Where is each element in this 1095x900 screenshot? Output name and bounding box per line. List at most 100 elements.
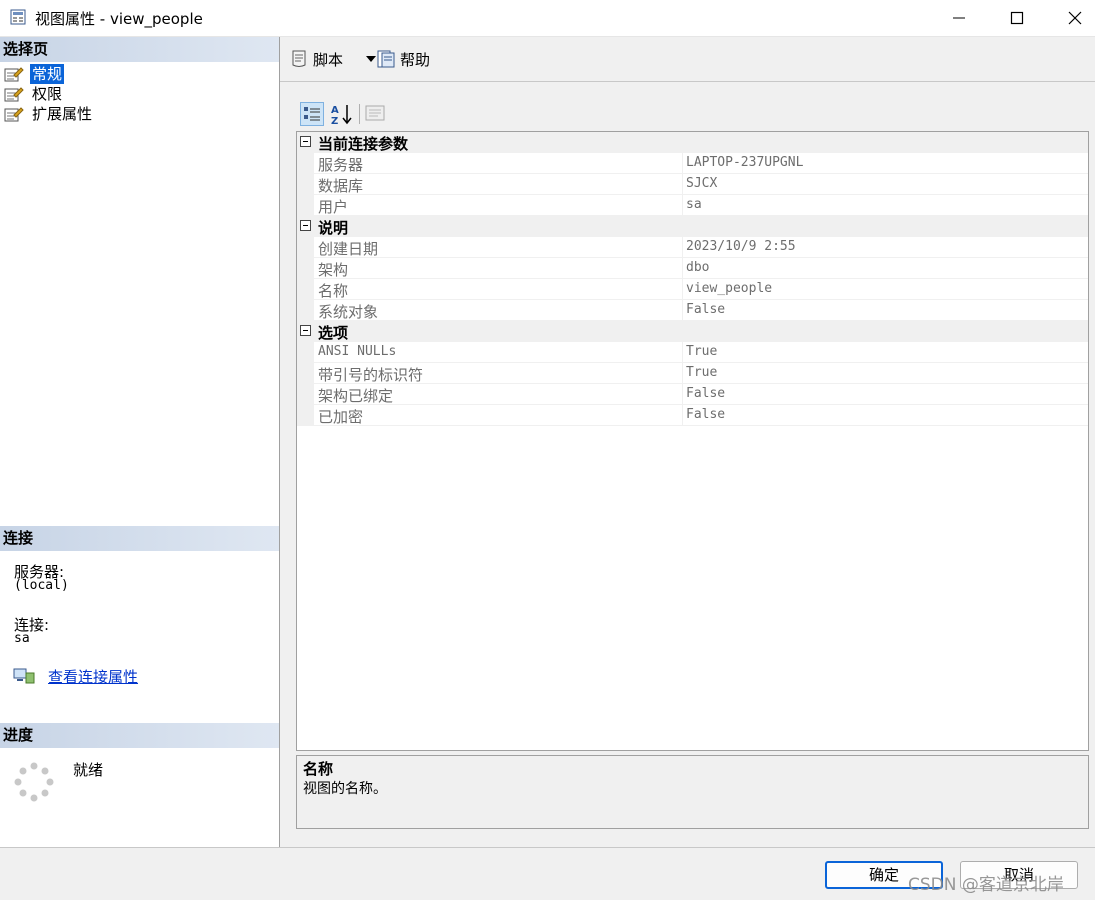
category-label: 当前连接参数 xyxy=(318,135,409,153)
property-name: 系统对象 xyxy=(318,303,379,321)
page-wrench-icon xyxy=(4,107,24,122)
row-gutter xyxy=(297,195,314,216)
column-divider xyxy=(682,279,683,300)
page-item-label: 常规 xyxy=(30,64,65,84)
close-icon xyxy=(1068,11,1082,25)
column-divider xyxy=(682,384,683,405)
category-label: 选项 xyxy=(318,324,349,342)
property-row[interactable]: 名称 view_people xyxy=(297,279,1088,300)
column-divider xyxy=(682,363,683,384)
description-panel: 名称 视图的名称。 xyxy=(296,755,1089,829)
property-row[interactable]: 已加密 False xyxy=(297,405,1088,426)
page-wrench-icon xyxy=(4,67,24,82)
collapse-icon[interactable] xyxy=(300,136,311,147)
help-book-icon xyxy=(377,50,395,68)
left-panel: 选择页 常规 权限 扩展属性 连接 服务器: (local) 连接: sa 查看… xyxy=(0,37,280,847)
column-divider xyxy=(682,195,683,216)
property-value: dbo xyxy=(686,260,710,275)
property-row[interactable]: 创建日期 2023/10/9 2:55 xyxy=(297,237,1088,258)
row-gutter xyxy=(297,153,314,174)
property-value: False xyxy=(686,386,726,401)
property-grid: 当前连接参数 服务器 LAPTOP-237UPGNL 数据库 SJCX 用户 s… xyxy=(296,131,1089,751)
page-item-label: 权限 xyxy=(32,85,63,103)
property-value: LAPTOP-237UPGNL xyxy=(686,155,804,170)
row-gutter xyxy=(297,342,314,363)
column-divider xyxy=(682,174,683,195)
row-gutter xyxy=(297,384,314,405)
property-row[interactable]: 带引号的标识符 True xyxy=(297,363,1088,384)
property-pages-button[interactable] xyxy=(364,102,388,126)
property-value: True xyxy=(686,344,718,359)
category-row-description[interactable]: 说明 xyxy=(297,216,1088,237)
category-row-connection[interactable]: 当前连接参数 xyxy=(297,132,1088,153)
property-name: 架构已绑定 xyxy=(318,387,394,405)
row-gutter xyxy=(297,405,314,426)
cancel-button[interactable]: 取消 xyxy=(960,861,1078,889)
column-divider xyxy=(682,237,683,258)
help-label: 帮助 xyxy=(400,51,431,69)
progress-status: 就绪 xyxy=(73,761,104,779)
chevron-down-icon[interactable] xyxy=(366,56,376,62)
categorized-view-button[interactable] xyxy=(300,102,324,126)
ok-button[interactable]: 确定 xyxy=(825,861,943,889)
description-title: 名称 xyxy=(303,760,334,778)
row-gutter xyxy=(297,279,314,300)
script-icon xyxy=(292,50,306,67)
property-row[interactable]: 用户 sa xyxy=(297,195,1088,216)
property-row[interactable]: 系统对象 False xyxy=(297,300,1088,321)
property-name: 名称 xyxy=(318,282,349,300)
svg-text:Z: Z xyxy=(331,116,338,126)
categorized-icon xyxy=(304,107,320,121)
property-value: SJCX xyxy=(686,176,718,191)
row-gutter xyxy=(297,237,314,258)
property-value: sa xyxy=(686,197,702,212)
property-pages-icon xyxy=(365,105,385,121)
row-gutter xyxy=(297,174,314,195)
content-area: A Z 当前连接参数 服务器 LAPTOP-237UPGNL 数据库 SJCX … xyxy=(280,82,1095,847)
property-name: 用户 xyxy=(318,198,349,216)
column-divider xyxy=(682,153,683,174)
row-gutter xyxy=(297,363,314,384)
collapse-icon[interactable] xyxy=(300,220,311,231)
select-page-header: 选择页 xyxy=(0,37,279,62)
property-name: 服务器 xyxy=(318,156,364,174)
connection-header: 连接 xyxy=(0,526,279,551)
view-properties-icon xyxy=(10,9,26,25)
connection-properties-icon xyxy=(13,668,35,684)
minimize-button[interactable] xyxy=(930,0,988,36)
property-name: 数据库 xyxy=(318,177,364,195)
dialog-button-bar: 确定 取消 CSDN @客道京北岸 xyxy=(0,847,1095,900)
property-row[interactable]: ANSI NULLs True xyxy=(297,342,1088,363)
close-button[interactable] xyxy=(1046,0,1095,36)
script-label: 脚本 xyxy=(313,51,344,69)
property-name: 已加密 xyxy=(318,408,364,426)
toolbar-separator xyxy=(359,104,360,124)
progress-header: 进度 xyxy=(0,723,279,748)
collapse-icon[interactable] xyxy=(300,325,311,336)
maximize-icon xyxy=(1010,11,1024,25)
sort-alphabetical-icon: A Z xyxy=(331,105,352,127)
progress-spinner-icon xyxy=(14,762,54,802)
property-value: view_people xyxy=(686,281,773,296)
property-row[interactable]: 架构已绑定 False xyxy=(297,384,1088,405)
row-gutter xyxy=(297,258,314,279)
description-text: 视图的名称。 xyxy=(303,781,387,797)
minimize-icon xyxy=(953,17,965,19)
column-divider xyxy=(682,342,683,363)
property-name: 创建日期 xyxy=(318,240,379,258)
property-value: False xyxy=(686,302,726,317)
property-row[interactable]: 服务器 LAPTOP-237UPGNL xyxy=(297,153,1088,174)
category-row-options[interactable]: 选项 xyxy=(297,321,1088,342)
column-divider xyxy=(682,300,683,321)
property-name: 架构 xyxy=(318,261,349,279)
window-title: 视图属性 - view_people xyxy=(35,10,203,28)
property-name: 带引号的标识符 xyxy=(318,366,424,384)
svg-text:A: A xyxy=(331,105,339,116)
alphabetical-view-button[interactable]: A Z xyxy=(330,102,354,127)
property-row[interactable]: 架构 dbo xyxy=(297,258,1088,279)
maximize-button[interactable] xyxy=(988,0,1046,36)
server-value: (local) xyxy=(14,578,69,593)
property-name: ANSI NULLs xyxy=(318,344,397,359)
view-connection-properties-link[interactable]: 查看连接属性 xyxy=(48,666,138,687)
property-row[interactable]: 数据库 SJCX xyxy=(297,174,1088,195)
